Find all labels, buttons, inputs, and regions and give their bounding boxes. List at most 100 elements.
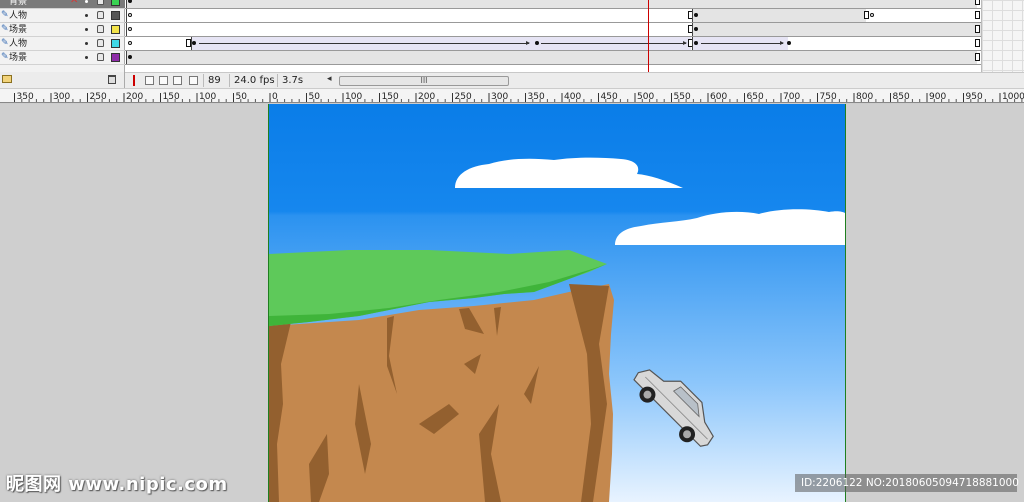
layer-row-person-1[interactable]: ✎ 人物 <box>0 9 125 23</box>
pencil-icon: ✎ <box>1 24 9 34</box>
lock-icon[interactable] <box>97 39 104 47</box>
frame-row[interactable] <box>125 23 981 37</box>
timeline-vertical-scroll[interactable] <box>981 0 1024 72</box>
frame-span[interactable] <box>692 9 866 22</box>
timeline-horizontal-scroll[interactable]: ◂ III <box>327 74 625 86</box>
current-frame: 89 <box>203 74 229 87</box>
pencil-icon: ✎ <box>1 52 9 62</box>
edit-multiple-icon[interactable] <box>173 76 182 85</box>
lock-icon[interactable] <box>97 53 104 61</box>
pencil-icon: ✎ <box>1 38 9 48</box>
new-folder-icon[interactable] <box>2 75 12 83</box>
empty-keyframe[interactable] <box>870 13 874 17</box>
frame-row[interactable] <box>125 37 981 51</box>
keyframe[interactable] <box>192 41 196 45</box>
ruler-label: 600 <box>710 92 727 102</box>
modify-markers-icon[interactable] <box>189 76 198 85</box>
hide-x-icon[interactable]: ✕ <box>70 0 78 6</box>
ruler-label: 350 <box>17 92 34 102</box>
frame-end[interactable] <box>975 25 980 33</box>
empty-keyframe[interactable] <box>128 27 132 31</box>
layer-name: 人物 <box>9 39 28 49</box>
ruler-label: 200 <box>126 92 143 102</box>
layer-color-swatch[interactable] <box>111 39 120 48</box>
pencil-icon: ✎ <box>1 10 9 20</box>
ruler-label: 100 <box>199 92 216 102</box>
ruler-label: 100 <box>345 92 362 102</box>
layer-name: 场景 <box>9 53 28 63</box>
frame-row[interactable] <box>125 0 981 9</box>
layer-name: 人物 <box>9 11 28 21</box>
frame-end[interactable] <box>975 39 980 47</box>
keyframe[interactable] <box>535 41 539 45</box>
layer-row-scene-2[interactable]: ✎ 场景 <box>0 51 125 65</box>
ruler-label: 400 <box>564 92 581 102</box>
keyframe[interactable] <box>694 13 698 17</box>
frame-rate[interactable]: 24.0 fps <box>229 74 277 87</box>
horizontal-ruler: 350 300 250 200 150 100 50 0 50 100 150 200 250 300 35… <box>0 89 1024 103</box>
keyframe[interactable] <box>694 27 698 31</box>
ruler-label: 900 <box>929 92 946 102</box>
tween-arrow-icon <box>541 41 687 45</box>
center-frame-icon[interactable] <box>133 75 135 86</box>
ruler-label: 500 <box>637 92 654 102</box>
visibility-dot-icon[interactable] <box>85 42 88 45</box>
frame-end[interactable] <box>975 11 980 19</box>
ruler-label: 850 <box>893 92 910 102</box>
delete-layer-icon[interactable] <box>108 75 116 84</box>
ruler-label: 300 <box>53 92 70 102</box>
layer-row-scene-1[interactable]: ✎ 场景 <box>0 23 125 37</box>
ruler-label: 950 <box>966 92 983 102</box>
frame-row[interactable] <box>125 9 981 23</box>
layer-row-background[interactable]: 背景 ✕ <box>0 0 125 9</box>
ruler-label: 300 <box>491 92 508 102</box>
frame-span[interactable] <box>126 9 690 22</box>
stage-canvas[interactable] <box>268 104 846 502</box>
layer-row-person-2[interactable]: ✎ 人物 <box>0 37 125 51</box>
keyframe[interactable] <box>694 41 698 45</box>
ruler-label: 650 <box>747 92 764 102</box>
frame-span[interactable] <box>126 0 977 8</box>
visibility-dot-icon[interactable] <box>85 0 88 3</box>
empty-keyframe[interactable] <box>128 41 132 45</box>
keyframe[interactable] <box>787 41 791 45</box>
frame-row[interactable] <box>125 51 981 65</box>
lock-icon[interactable] <box>97 0 104 5</box>
flash-editor-window: 背景 ✕ ✎ 人物 ✎ 场景 ✎ 人物 ✎ 场景 89 24.0 fps 3.7… <box>0 0 1024 502</box>
onion-outline-icon[interactable] <box>159 76 168 85</box>
watermark-logo: 昵图网 www.nipic.com <box>6 474 228 495</box>
keyframe[interactable] <box>128 55 132 59</box>
ruler-label: 800 <box>856 92 873 102</box>
scroll-left-icon[interactable]: ◂ <box>327 74 332 84</box>
ruler-label: 0 <box>272 92 278 102</box>
scroll-thumb[interactable]: III <box>339 76 509 86</box>
timeline-status-bar: 89 24.0 fps 3.7s ◂ III <box>125 72 1024 88</box>
onion-skin-icon[interactable] <box>145 76 154 85</box>
visibility-dot-icon[interactable] <box>85 56 88 59</box>
frame-span[interactable] <box>692 23 981 36</box>
lock-icon[interactable] <box>97 11 104 19</box>
ruler-ticks: 350 300 250 200 150 100 50 0 50 100 150 200 250 300 35… <box>14 92 1024 102</box>
frame-end[interactable] <box>975 0 980 5</box>
empty-keyframe[interactable] <box>128 13 132 17</box>
layer-color-swatch[interactable] <box>111 11 120 20</box>
layer-color-swatch[interactable] <box>111 53 120 62</box>
frame-end[interactable] <box>864 11 869 19</box>
frame-grid[interactable] <box>125 0 981 72</box>
visibility-dot-icon[interactable] <box>85 28 88 31</box>
lock-icon[interactable] <box>97 25 104 33</box>
visibility-dot-icon[interactable] <box>85 14 88 17</box>
watermark-id: ID:2206122 NO:20180605094718881000 <box>795 474 1019 492</box>
ruler-label: 150 <box>163 92 180 102</box>
timeline-panel: 背景 ✕ ✎ 人物 ✎ 场景 ✎ 人物 ✎ 场景 <box>0 0 1024 72</box>
ruler-label: 250 <box>90 92 107 102</box>
frame-span[interactable] <box>126 23 690 36</box>
layer-color-swatch[interactable] <box>111 0 120 6</box>
playhead[interactable] <box>648 0 649 74</box>
layer-color-swatch[interactable] <box>111 25 120 34</box>
scene-artwork <box>269 104 845 502</box>
frame-span[interactable] <box>126 51 977 64</box>
frame-end[interactable] <box>975 53 980 61</box>
ruler-label: 50 <box>236 92 248 102</box>
layer-list: 背景 ✕ ✎ 人物 ✎ 场景 ✎ 人物 ✎ 场景 <box>0 0 125 72</box>
